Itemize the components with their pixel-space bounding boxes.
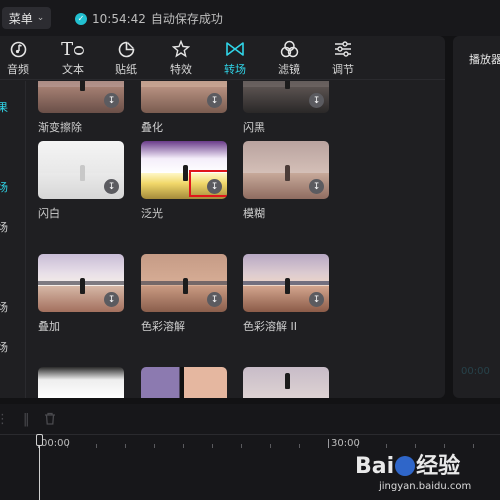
download-icon[interactable]: ↧ xyxy=(309,292,324,307)
transition-name: 色彩溶解 xyxy=(141,320,185,333)
transition-card[interactable]: ↧ 色彩溶解 xyxy=(141,254,227,334)
audio-icon xyxy=(10,39,27,59)
transition-thumbnail: ↧ xyxy=(141,141,227,199)
transition-icon xyxy=(225,39,245,59)
player-title: 播放器 xyxy=(469,53,500,66)
transition-thumbnail: ↧ xyxy=(141,254,227,312)
menu-label: 菜单 xyxy=(8,11,33,26)
watermark-url: jingyan.baidu.com xyxy=(379,481,472,492)
download-icon[interactable]: ↧ xyxy=(104,179,119,194)
time-mark: 00:00 xyxy=(41,438,70,449)
category-item[interactable]: 场 xyxy=(0,219,26,235)
transition-thumbnail: ↧ xyxy=(38,254,124,312)
transition-thumbnail xyxy=(243,367,329,398)
transition-name: 闪白 xyxy=(38,207,60,220)
effects-icon xyxy=(172,39,190,59)
tab-filter-label: 滤镜 xyxy=(278,63,300,76)
transition-card[interactable]: ↧ 渐变擦除 xyxy=(38,81,124,135)
top-bar: 菜单 ⌄ ✓ 10:54:42 自动保存成功 xyxy=(0,0,500,36)
tab-sticker[interactable]: 贴纸 xyxy=(101,38,151,78)
transition-name: 叠加 xyxy=(38,320,60,333)
transition-thumbnail: ↧ xyxy=(243,81,329,113)
delete-icon[interactable] xyxy=(44,412,56,432)
sticker-icon xyxy=(118,39,135,59)
tab-sticker-label: 贴纸 xyxy=(115,63,137,76)
pointer-icon[interactable]: ⋮ xyxy=(0,412,9,432)
download-icon[interactable]: ↧ xyxy=(207,292,222,307)
tab-adjust-label: 调节 xyxy=(332,63,354,76)
transition-name: 色彩溶解 II xyxy=(243,320,297,333)
category-item[interactable]: 场 xyxy=(0,179,26,195)
text-icon: Tᴑ xyxy=(61,38,85,60)
watermark-logo: Bai 经验 xyxy=(355,454,461,479)
tab-adjust[interactable]: 调节 xyxy=(318,38,368,78)
download-icon[interactable]: ↧ xyxy=(104,292,119,307)
filter-icon xyxy=(280,39,299,59)
transition-card[interactable] xyxy=(38,367,124,398)
save-status: ✓ 10:54:42 自动保存成功 xyxy=(75,10,223,27)
transition-card[interactable]: ↧ 闪黑 xyxy=(243,81,329,135)
transition-name: 闪黑 xyxy=(243,121,265,134)
download-icon[interactable]: ↧ xyxy=(207,93,222,108)
save-time: 10:54:42 xyxy=(92,11,146,26)
transition-card[interactable]: ↧ 叠化 xyxy=(141,81,227,135)
tab-transition[interactable]: 转场 xyxy=(210,38,260,78)
transition-thumbnail: ↧ xyxy=(38,81,124,113)
tab-text[interactable]: Tᴑ 文本 xyxy=(48,38,98,78)
tool-tabs: 音频 Tᴑ 文本 贴纸 特效 转场 滤镜 调节 xyxy=(0,36,445,80)
player-panel: 播放器 00:00 xyxy=(453,36,500,398)
tab-audio[interactable]: 音频 xyxy=(0,38,43,78)
timeline-toolbar: ⋮ ‖ xyxy=(0,412,56,432)
transition-card[interactable] xyxy=(141,367,227,398)
category-list: 果 场 场 场 场 xyxy=(0,81,26,398)
transition-name: 模糊 xyxy=(243,207,265,220)
material-panel: 音频 Tᴑ 文本 贴纸 特效 转场 滤镜 调节 果 场 场 场 场 ↧ 渐变擦除… xyxy=(0,36,445,398)
menu-button[interactable]: 菜单 ⌄ xyxy=(2,7,51,29)
transition-card[interactable]: ↧ 模糊 xyxy=(243,141,329,221)
tab-text-label: 文本 xyxy=(62,63,84,76)
playhead[interactable] xyxy=(36,434,43,500)
transition-thumbnail xyxy=(141,367,227,398)
tab-effects-label: 特效 xyxy=(170,63,192,76)
transition-card[interactable]: ↧ 叠加 xyxy=(38,254,124,334)
transition-grid: ↧ 渐变擦除 ↧ 叠化 ↧ 闪黑 ↧ 闪白 ↧ 泛光 ↧ 模糊 ↧ 叠加 ↧ 色… xyxy=(38,81,338,398)
transition-thumbnail: ↧ xyxy=(141,81,227,113)
transition-thumbnail: ↧ xyxy=(38,141,124,199)
download-highlight xyxy=(189,170,227,197)
tab-effects[interactable]: 特效 xyxy=(156,38,206,78)
transition-thumbnail: ↧ xyxy=(243,254,329,312)
save-text: 自动保存成功 xyxy=(150,12,223,26)
transition-name: 泛光 xyxy=(141,207,163,220)
split-icon[interactable]: ‖ xyxy=(23,412,30,432)
download-icon[interactable]: ↧ xyxy=(309,93,324,108)
category-item[interactable]: 场 xyxy=(0,339,26,355)
transition-name: 叠化 xyxy=(141,121,163,134)
transition-card[interactable]: ↧ 泛光 xyxy=(141,141,227,221)
tab-transition-label: 转场 xyxy=(224,63,246,76)
player-timecode: 00:00 xyxy=(461,366,490,377)
baidu-watermark: Bai 经验 jingyan.baidu.com xyxy=(355,448,471,492)
paw-icon xyxy=(395,456,416,476)
transition-thumbnail xyxy=(38,367,124,398)
category-item[interactable]: 果 xyxy=(0,99,26,115)
chevron-down-icon: ⌄ xyxy=(36,13,45,23)
transition-thumbnail: ↧ xyxy=(243,141,329,199)
category-item[interactable]: 场 xyxy=(0,299,26,315)
transition-card[interactable] xyxy=(243,367,329,398)
check-icon: ✓ xyxy=(75,12,87,25)
tab-filter[interactable]: 滤镜 xyxy=(264,38,314,78)
adjust-icon xyxy=(334,39,352,59)
transition-card[interactable]: ↧ 色彩溶解 II xyxy=(243,254,329,334)
download-icon[interactable]: ↧ xyxy=(104,93,119,108)
transition-card[interactable]: ↧ 闪白 xyxy=(38,141,124,221)
tab-audio-label: 音频 xyxy=(7,63,29,76)
download-icon[interactable]: ↧ xyxy=(309,179,324,194)
transition-name: 渐变擦除 xyxy=(38,121,82,134)
editor-app: 菜单 ⌄ ✓ 10:54:42 自动保存成功 音频 Tᴑ 文本 贴纸 特效 转场… xyxy=(0,0,500,500)
